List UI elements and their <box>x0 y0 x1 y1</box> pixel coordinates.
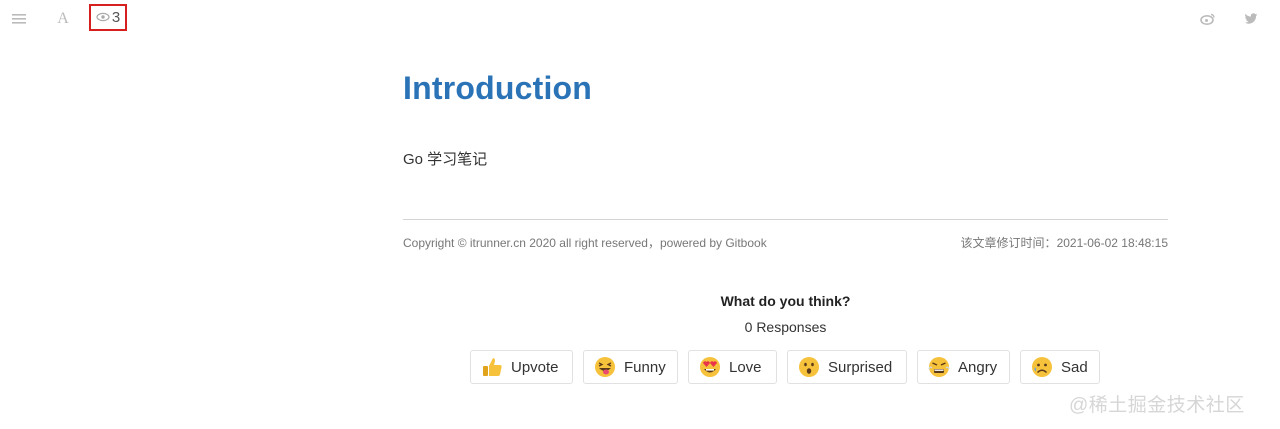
funny-label: Funny <box>624 358 666 376</box>
upvote-button[interactable]: Upvote <box>470 350 573 384</box>
page-title: Introduction <box>403 70 593 106</box>
angry-button[interactable]: Angry <box>917 350 1010 384</box>
hamburger-menu-icon[interactable] <box>8 8 30 30</box>
view-count: 3 <box>111 9 121 26</box>
angry-label: Angry <box>958 358 998 376</box>
reactions-panel: What do you think? 0 Responses <box>403 293 1168 335</box>
weibo-icon[interactable] <box>1197 8 1219 30</box>
heart-eyes-emoji <box>699 356 721 378</box>
updated-time: 该文章修订时间：2021-06-02 18:48:15 <box>961 234 1168 251</box>
angry-emoji <box>928 356 950 378</box>
font-settings-icon[interactable]: A <box>52 8 74 30</box>
sad-emoji <box>1031 356 1053 378</box>
responses-count: 0 Responses <box>744 319 827 335</box>
reaction-buttons: Upvote Funny Love Surprised Angry Sad <box>470 350 1100 384</box>
love-button[interactable]: Love <box>688 350 777 384</box>
page-text: Go 学习笔记 <box>403 151 488 168</box>
eye-icon <box>96 9 110 27</box>
surprised-button[interactable]: Surprised <box>787 350 907 384</box>
thumbs-up-emoji <box>481 356 503 378</box>
watermark: @稀土掘金技术社区 <box>1069 395 1245 416</box>
love-label: Love <box>729 358 762 376</box>
updated-label: 该文章修订时间： <box>960 236 1057 250</box>
reactions-question: What do you think? <box>720 293 851 309</box>
twitter-icon[interactable] <box>1240 8 1262 30</box>
footer-divider <box>403 219 1168 220</box>
view-count-badge: 3 <box>89 4 127 31</box>
sad-label: Sad <box>1061 358 1088 376</box>
surprised-emoji <box>798 356 820 378</box>
tongue-out-emoji <box>594 356 616 378</box>
font-settings-glyph: A <box>57 10 69 27</box>
updated-timestamp: 2021-06-02 18:48:15 <box>1056 236 1168 250</box>
upvote-label: Upvote <box>511 358 559 376</box>
copyright-text: Copyright © itrunner.cn 2020 all right r… <box>403 236 767 250</box>
surprised-label: Surprised <box>828 358 893 376</box>
sad-button[interactable]: Sad <box>1020 350 1100 384</box>
funny-button[interactable]: Funny <box>583 350 678 384</box>
